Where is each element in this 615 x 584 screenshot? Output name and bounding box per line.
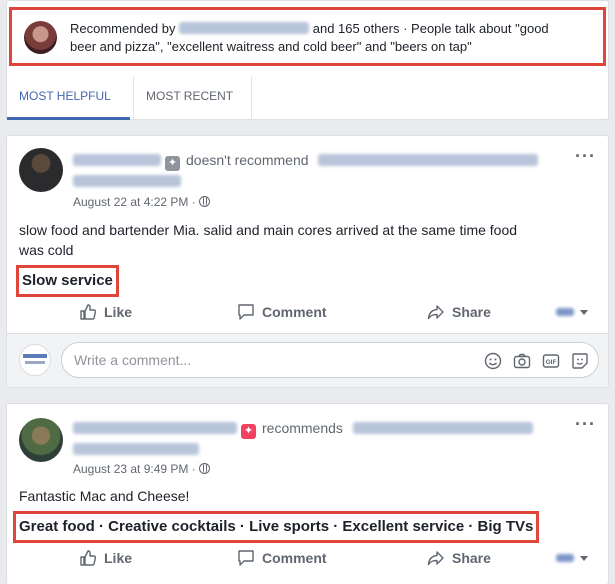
comment-icon: [238, 304, 254, 320]
share-icon: [427, 551, 444, 566]
review-post: ✦ recommends August 23 at 9:49 PM · ··· F…: [6, 403, 609, 584]
share-label: Share: [452, 550, 491, 566]
comment-button[interactable]: Comment: [237, 542, 327, 574]
emoji-icon[interactable]: [483, 351, 503, 371]
summary-prefix: Recommended by: [70, 21, 176, 36]
tab-most-recent[interactable]: MOST RECENT: [133, 76, 252, 120]
post-meta: August 22 at 4:22 PM ·: [73, 195, 210, 209]
review-tags: Slow service: [16, 265, 119, 297]
post-date[interactable]: August 23 at 9:49 PM: [73, 462, 188, 476]
comment-composer: Write a comment... GIF: [7, 333, 608, 387]
like-label: Like: [104, 304, 133, 320]
post-date[interactable]: August 22 at 4:22 PM: [73, 195, 188, 209]
post-body: slow food and bartender Mia. salid and m…: [19, 220, 594, 260]
post-verb: recommends: [262, 420, 343, 436]
post-actions: Like Comment Share: [19, 296, 596, 328]
page-logo-icon: [556, 308, 574, 316]
post-header: ✦ doesn't recommend: [73, 150, 539, 191]
redacted-author[interactable]: [73, 154, 161, 166]
redacted-page[interactable]: [318, 154, 539, 166]
redacted-author[interactable]: [73, 422, 237, 434]
post-text-line1: slow food and bartender Mia. salid and m…: [19, 222, 518, 238]
sticker-icon[interactable]: [570, 351, 590, 371]
recommendation-summary-card: Recommended by and 165 others · People t…: [6, 0, 609, 120]
redacted-page-cont[interactable]: [73, 443, 199, 455]
comment-icon: [238, 550, 254, 566]
globe-icon: [198, 196, 210, 207]
like-button[interactable]: Like: [79, 296, 132, 328]
page-avatar: [19, 344, 51, 376]
post-body: Fantastic Mac and Cheese!: [19, 486, 594, 506]
globe-icon: [198, 463, 210, 474]
camera-icon[interactable]: [512, 351, 532, 371]
gif-icon[interactable]: GIF: [541, 351, 561, 371]
avatar[interactable]: [19, 148, 63, 192]
comment-button[interactable]: Comment: [237, 296, 327, 328]
recommend-badge-icon: ✦: [165, 156, 180, 171]
post-text-line1: Fantastic Mac and Cheese!: [19, 488, 190, 504]
review-post: ✦ doesn't recommend August 22 at 4:22 PM …: [6, 135, 609, 388]
summary-text: Recommended by and 165 others · People t…: [70, 20, 590, 56]
recommend-badge-icon: ✦: [241, 424, 256, 439]
summary-suffix: and 165 others · People talk about "good: [312, 21, 549, 36]
comment-input[interactable]: Write a comment... GIF: [61, 342, 599, 378]
post-header: ✦ recommends: [73, 418, 533, 459]
page-selector[interactable]: [556, 296, 588, 328]
share-button[interactable]: Share: [427, 542, 491, 574]
comment-label: Comment: [262, 550, 327, 566]
svg-text:GIF: GIF: [546, 359, 557, 366]
post-verb: doesn't recommend: [186, 152, 309, 168]
redacted-page[interactable]: [352, 422, 533, 434]
more-options-icon[interactable]: ···: [575, 414, 596, 435]
chevron-down-icon: [580, 309, 588, 315]
post-meta: August 23 at 9:49 PM ·: [73, 462, 210, 476]
tab-most-helpful[interactable]: MOST HELPFUL: [7, 76, 130, 120]
post-actions: Like Comment Share: [19, 542, 596, 574]
page-selector[interactable]: [556, 542, 588, 574]
comment-placeholder: Write a comment...: [74, 352, 192, 368]
share-button[interactable]: Share: [427, 296, 491, 328]
summary-line2: beer and pizza", "excellent waitress and…: [70, 39, 472, 54]
recommender-avatar[interactable]: [24, 21, 57, 54]
avatar[interactable]: [19, 418, 63, 462]
thumbs-up-icon: [80, 304, 97, 320]
comment-tools: GIF: [483, 351, 590, 371]
review-tabs: MOST HELPFUL MOST RECENT: [7, 76, 608, 120]
chevron-down-icon: [580, 555, 588, 561]
redacted-page-cont[interactable]: [73, 175, 181, 187]
more-options-icon[interactable]: ···: [575, 146, 596, 167]
review-tags: Great food · Creative cocktails · Live s…: [13, 511, 540, 543]
summary-highlight: Recommended by and 165 others · People t…: [9, 7, 606, 66]
like-button[interactable]: Like: [79, 542, 132, 574]
page-logo-icon: [556, 554, 574, 562]
redacted-name[interactable]: [179, 22, 310, 34]
post-text-line2: was cold: [19, 242, 74, 258]
comment-label: Comment: [262, 304, 327, 320]
thumbs-up-icon: [80, 550, 97, 566]
like-label: Like: [104, 550, 133, 566]
share-icon: [427, 305, 444, 320]
share-label: Share: [452, 304, 491, 320]
